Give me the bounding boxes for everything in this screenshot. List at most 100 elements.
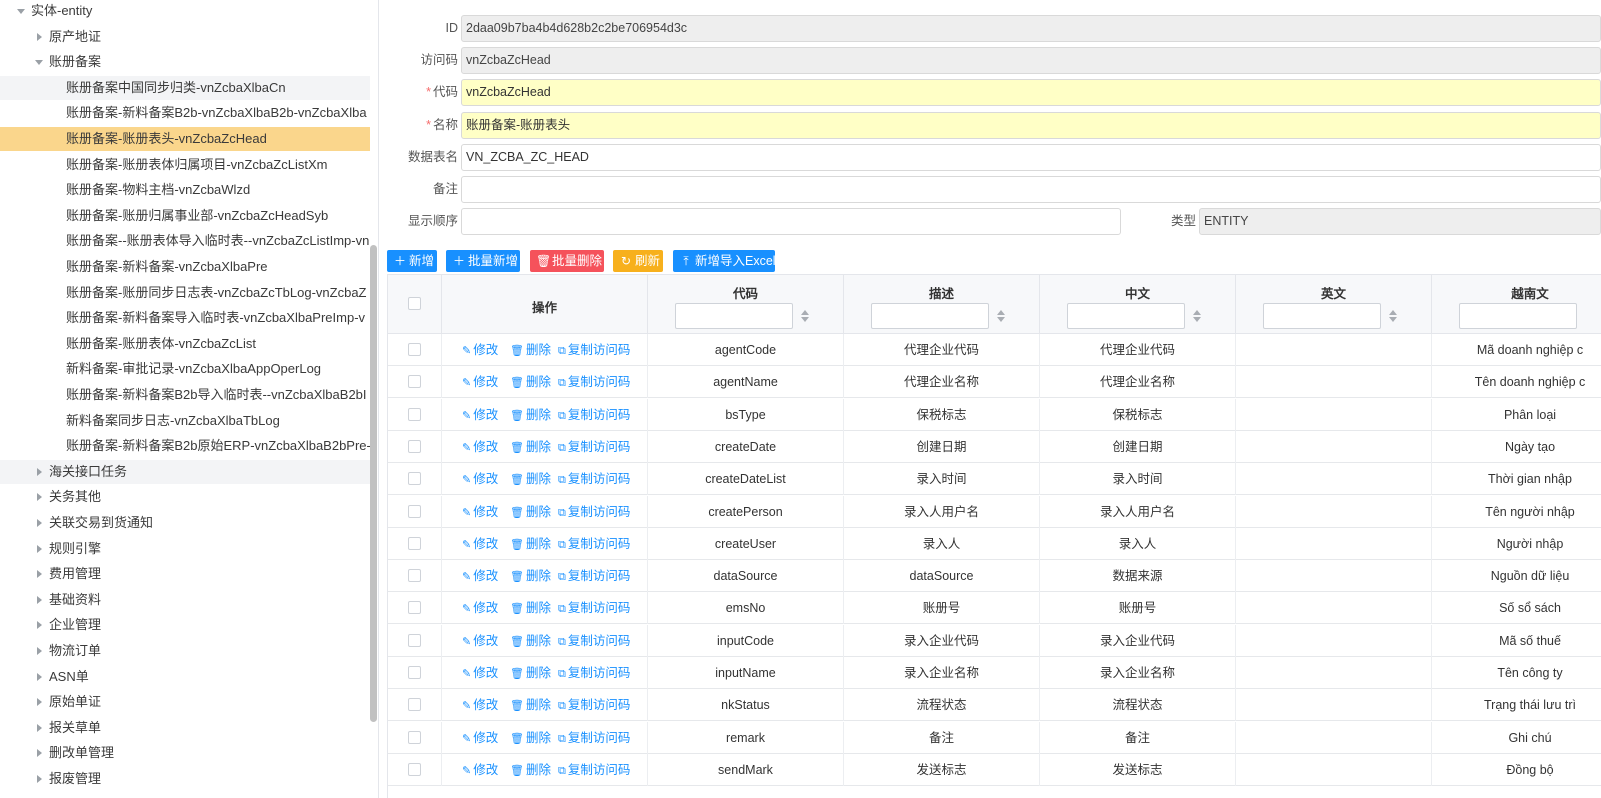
display-order-field[interactable]	[461, 208, 1121, 235]
delete-link[interactable]: 🗑 删除	[510, 399, 551, 431]
caret-right-icon[interactable]	[35, 485, 45, 509]
tree-leaf[interactable]: 账册备案-新料备案-vnZcbaXlbaPre	[0, 255, 370, 279]
tree-leaf[interactable]: 账册备案-新料备案B2b原始ERP-vnZcbaXlbaB2bPre-	[0, 434, 370, 458]
caret-right-icon[interactable]	[35, 537, 45, 561]
tree-group[interactable]: 报废管理	[0, 767, 370, 791]
batch-delete-button[interactable]: 🗑批量删除	[530, 250, 604, 272]
table-row[interactable]: ✎ 修改 🗑 删除 ⧉ 复制访问码 dataSource dataSource 数据来源 Nguồ…	[388, 560, 1601, 593]
tree-leaf[interactable]: 账册备案-新料备案导入临时表-vnZcbaXlbaPreImp-v	[0, 306, 370, 330]
row-checkbox[interactable]	[408, 504, 421, 518]
add-button[interactable]: ＋新增	[387, 250, 437, 272]
row-checkbox[interactable]	[408, 439, 421, 453]
caret-right-icon[interactable]	[35, 690, 45, 714]
row-checkbox[interactable]	[408, 472, 421, 486]
edit-link[interactable]: ✎ 修改	[462, 754, 498, 786]
caret-down-icon[interactable]	[17, 0, 27, 23]
tree-leaf[interactable]: 新料备案同步日志-vnZcbaXlbaTbLog	[0, 409, 370, 433]
edit-link[interactable]: ✎ 修改	[462, 366, 498, 398]
batch-add-button[interactable]: ＋批量新增	[446, 250, 520, 272]
tree-leaf[interactable]: 账册备案-账册表体-vnZcbaZcList	[0, 332, 370, 356]
tree-leaf[interactable]: 账册备案-账册表体归属项目-vnZcbaZcListXm	[0, 153, 370, 177]
table-row[interactable]: ✎ 修改 🗑 删除 ⧉ 复制访问码 sendMark 发送标志 发送标志 Đồng bộ	[388, 753, 1601, 786]
delete-link[interactable]: 🗑 删除	[510, 625, 551, 657]
caret-right-icon[interactable]	[35, 716, 45, 740]
delete-link[interactable]: 🗑 删除	[510, 560, 551, 592]
row-checkbox[interactable]	[408, 536, 421, 550]
tree-group[interactable]: 规则引擎	[0, 537, 370, 561]
tree-root[interactable]: 实体-entity	[0, 0, 370, 23]
edit-link[interactable]: ✎ 修改	[462, 625, 498, 657]
tree-group[interactable]: 海关接口任务	[0, 460, 370, 484]
caret-right-icon[interactable]	[35, 639, 45, 663]
row-checkbox[interactable]	[408, 375, 421, 389]
caret-right-icon[interactable]	[35, 25, 45, 49]
refresh-button[interactable]: ↻ 刷新	[613, 250, 663, 272]
copy-access-code-link[interactable]: ⧉ 复制访问码	[558, 463, 630, 495]
table-row[interactable]: ✎ 修改 🗑 删除 ⧉ 复制访问码 createDateList 录入时间 录入时间 Thời g…	[388, 463, 1601, 496]
edit-link[interactable]: ✎ 修改	[462, 463, 498, 495]
row-checkbox[interactable]	[408, 569, 421, 583]
delete-link[interactable]: 🗑 删除	[510, 496, 551, 528]
tree-leaf[interactable]: 账册备案-账册归属事业部-vnZcbaZcHeadSyb	[0, 204, 370, 228]
caret-right-icon[interactable]	[35, 665, 45, 689]
caret-right-icon[interactable]	[35, 588, 45, 612]
edit-link[interactable]: ✎ 修改	[462, 431, 498, 463]
caret-right-icon[interactable]	[35, 562, 45, 586]
access-code-field[interactable]: vnZcbaZcHead	[461, 47, 1601, 74]
tree-group[interactable]: 关务其他	[0, 485, 370, 509]
table-row[interactable]: ✎ 修改 🗑 删除 ⧉ 复制访问码 createUser 录入人 录入人 Người nhập	[388, 527, 1601, 560]
tree-group[interactable]: 企业管理	[0, 613, 370, 637]
edit-link[interactable]: ✎ 修改	[462, 722, 498, 754]
delete-link[interactable]: 🗑 删除	[510, 366, 551, 398]
copy-access-code-link[interactable]: ⧉ 复制访问码	[558, 689, 630, 721]
table-row[interactable]: ✎ 修改 🗑 删除 ⧉ 复制访问码 inputCode 录入企业代码 录入企业代码 Mã số t…	[388, 624, 1601, 657]
code-field[interactable]: vnZcbaZcHead	[461, 79, 1601, 106]
row-checkbox[interactable]	[408, 633, 421, 647]
edit-link[interactable]: ✎ 修改	[462, 560, 498, 592]
english-filter-input[interactable]	[1263, 303, 1381, 329]
table-row[interactable]: ✎ 修改 🗑 删除 ⧉ 复制访问码 nkStatus 流程状态 流程状态 Trạng thái l…	[388, 689, 1601, 722]
edit-link[interactable]: ✎ 修改	[462, 334, 498, 366]
vietnamese-filter-input[interactable]	[1459, 303, 1577, 329]
tree-group[interactable]: 删改单管理	[0, 741, 370, 765]
copy-access-code-link[interactable]: ⧉ 复制访问码	[558, 334, 630, 366]
row-checkbox[interactable]	[408, 601, 421, 615]
tree-leaf[interactable]: 新料备案-审批记录-vnZcbaXlbaAppOperLog	[0, 357, 370, 381]
copy-access-code-link[interactable]: ⧉ 复制访问码	[558, 399, 630, 431]
sort-icon[interactable]	[800, 308, 810, 324]
caret-down-icon[interactable]	[35, 50, 45, 74]
table-row[interactable]: ✎ 修改 🗑 删除 ⧉ 复制访问码 createDate 创建日期 创建日期 Ngày tạo	[388, 430, 1601, 463]
select-all-checkbox[interactable]	[408, 297, 421, 310]
tree-group[interactable]: ASN单	[0, 665, 370, 689]
table-row[interactable]: ✎ 修改 🗑 删除 ⧉ 复制访问码 remark 备注 备注 Ghi chú	[388, 721, 1601, 754]
delete-link[interactable]: 🗑 删除	[510, 754, 551, 786]
row-checkbox[interactable]	[408, 698, 421, 712]
id-field[interactable]: 2daa09b7ba4b4d628b2c2be706954d3c	[461, 15, 1601, 42]
copy-access-code-link[interactable]: ⧉ 复制访问码	[558, 657, 630, 689]
row-checkbox[interactable]	[408, 666, 421, 679]
copy-access-code-link[interactable]: ⧉ 复制访问码	[558, 560, 630, 592]
delete-link[interactable]: 🗑 删除	[510, 431, 551, 463]
table-row[interactable]: ✎ 修改 🗑 删除 ⧉ 复制访问码 agentName 代理企业名称 代理企业名称 Tên doa…	[388, 366, 1601, 399]
caret-right-icon[interactable]	[35, 460, 45, 484]
edit-link[interactable]: ✎ 修改	[462, 657, 498, 689]
remark-field[interactable]	[461, 176, 1601, 203]
tree-group-open[interactable]: 账册备案	[0, 50, 370, 74]
row-checkbox[interactable]	[408, 407, 421, 421]
desc-filter-input[interactable]	[871, 303, 989, 329]
delete-link[interactable]: 🗑 删除	[510, 592, 551, 624]
tree-leaf[interactable]: 账册备案中国同步归类-vnZcbaXlbaCn	[0, 76, 370, 100]
copy-access-code-link[interactable]: ⧉ 复制访问码	[558, 754, 630, 786]
delete-link[interactable]: 🗑 删除	[510, 722, 551, 754]
tree-group[interactable]: 基础资料	[0, 588, 370, 612]
copy-access-code-link[interactable]: ⧉ 复制访问码	[558, 431, 630, 463]
copy-access-code-link[interactable]: ⧉ 复制访问码	[558, 366, 630, 398]
code-filter-input[interactable]	[675, 303, 793, 329]
delete-link[interactable]: 🗑 删除	[510, 334, 551, 366]
tree-leaf[interactable]: 账册备案-新料备案B2b导入临时表--vnZcbaXlbaB2bI	[0, 383, 370, 407]
tree-leaf[interactable]: 账册备案--账册表体导入临时表--vnZcbaZcListImp-vn	[0, 229, 370, 253]
delete-link[interactable]: 🗑 删除	[510, 657, 551, 689]
edit-link[interactable]: ✎ 修改	[462, 689, 498, 721]
tree-leaf[interactable]: 账册备案-账册同步日志表-vnZcbaZcTbLog-vnZcbaZ	[0, 281, 370, 305]
delete-link[interactable]: 🗑 删除	[510, 689, 551, 721]
